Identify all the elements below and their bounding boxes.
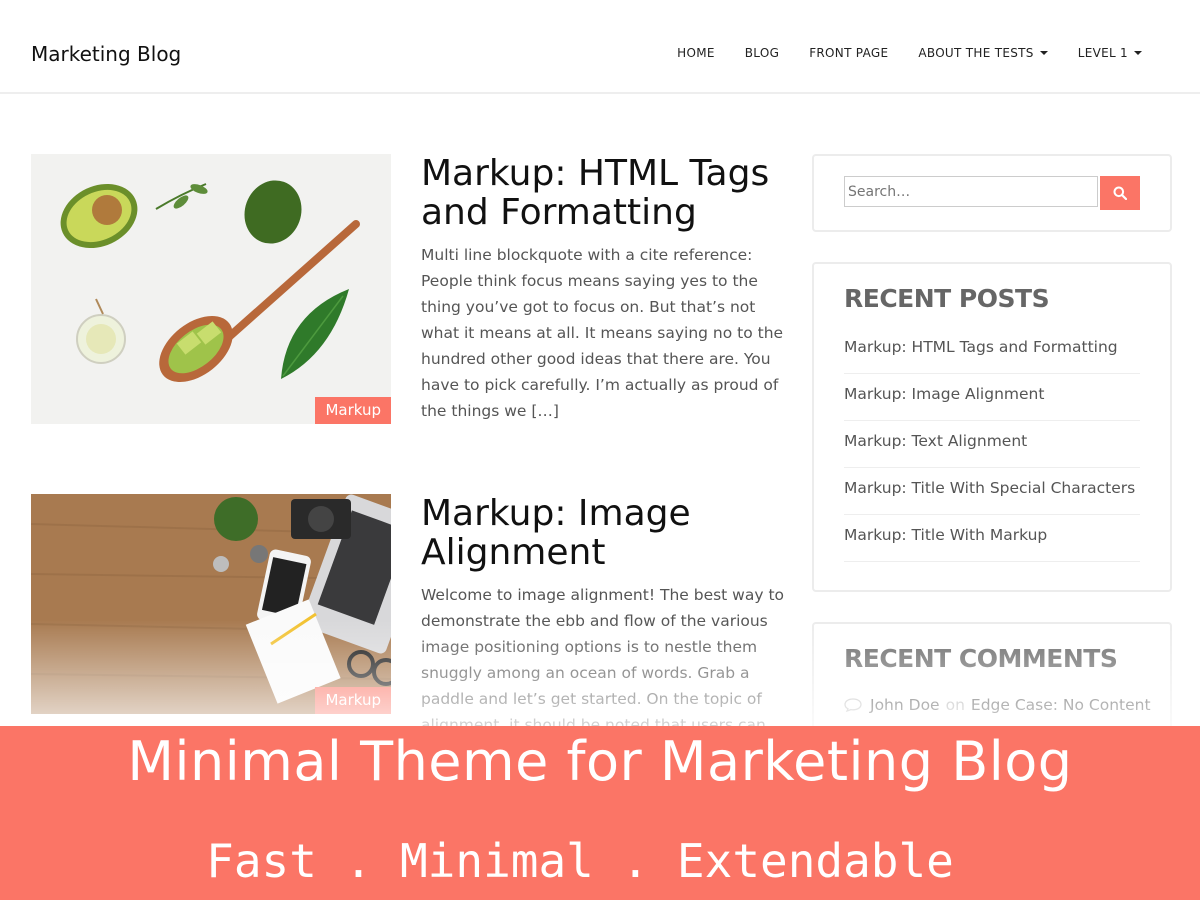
search-button[interactable] [1100, 176, 1140, 210]
promo-banner: Minimal Theme for Marketing Blog Fast . … [0, 726, 1200, 900]
caret-down-icon [1134, 51, 1142, 55]
recent-posts-widget: RECENT POSTS Markup: HTML Tags and Forma… [812, 262, 1172, 592]
avocado-photo-image [31, 154, 391, 424]
category-badge[interactable]: Markup [315, 687, 391, 714]
comment-post-link[interactable]: Edge Case: No Content [971, 696, 1151, 714]
post-excerpt: Multi line blockquote with a cite refere… [421, 246, 784, 420]
nav-label: FRONT PAGE [809, 46, 889, 60]
comment-item: John Doe on Edge Case: No Content [844, 696, 1151, 714]
banner-subtitle: Fast . Minimal . Extendable [206, 834, 954, 888]
category-badge[interactable]: Markup [315, 397, 391, 424]
widget-title: RECENT POSTS [844, 284, 1050, 313]
search-input[interactable] [844, 176, 1098, 207]
site-header: Marketing Blog HOME BLOG FRONT PAGE ABOU… [0, 0, 1200, 94]
nav-label: BLOG [744, 46, 780, 60]
nav-label: HOME [677, 46, 715, 60]
nav-item-about-the-tests[interactable]: ABOUT THE TESTS [918, 46, 1048, 60]
post-thumbnail[interactable]: Markup [31, 494, 391, 714]
comment-on-label: on [945, 696, 965, 714]
nav-item-home[interactable]: HOME [677, 46, 715, 60]
search-icon [1113, 186, 1127, 200]
desk-photo-image [31, 494, 391, 714]
widget-title: RECENT COMMENTS [844, 644, 1118, 673]
post-title[interactable]: Markup: HTML Tags and Formatting [421, 154, 791, 232]
nav-item-front-page[interactable]: FRONT PAGE [809, 46, 888, 60]
post-title[interactable]: Markup: Image Alignment [421, 494, 791, 572]
search-widget [812, 154, 1172, 232]
recent-post-link[interactable]: Markup: Image Alignment [844, 374, 1140, 421]
nav-label: ABOUT THE TESTS [918, 46, 1034, 60]
caret-down-icon [1039, 51, 1048, 55]
comment-bubble-icon [844, 698, 862, 712]
recent-post-link[interactable]: Markup: Title With Markup [844, 515, 1140, 562]
recent-post-link[interactable]: Markup: Text Alignment [844, 421, 1140, 468]
recent-post-link[interactable]: Markup: HTML Tags and Formatting [844, 327, 1140, 374]
nav-item-blog[interactable]: BLOG [745, 46, 779, 60]
recent-post-link[interactable]: Markup: Title With Special Characters [844, 468, 1140, 515]
recent-posts-list: Markup: HTML Tags and Formatting Markup:… [844, 327, 1140, 562]
main-nav: HOME BLOG FRONT PAGE ABOUT THE TESTS LEV… [647, 46, 1142, 60]
comment-author[interactable]: John Doe [870, 696, 940, 714]
post-thumbnail[interactable]: Markup [31, 154, 391, 424]
banner-title: Minimal Theme for Marketing Blog [127, 730, 1073, 793]
site-brand[interactable]: Marketing Blog [31, 42, 181, 66]
nav-item-level-1[interactable]: LEVEL 1 [1078, 46, 1142, 60]
nav-label: LEVEL 1 [1077, 46, 1128, 60]
